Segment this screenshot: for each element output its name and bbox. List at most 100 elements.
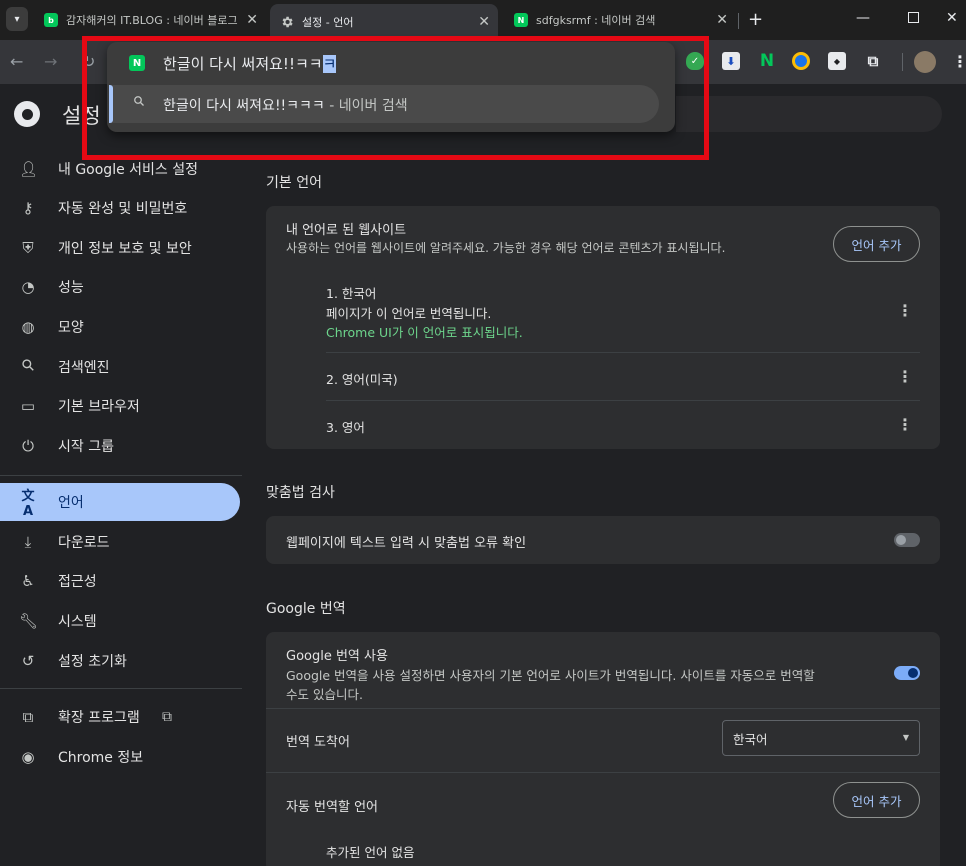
sidebar-item-downloads[interactable]: ⤓ 다운로드 <box>0 523 240 561</box>
sidebar-item-search-engine[interactable]: 검색엔진 <box>0 348 240 386</box>
chrome-icon: ◉ <box>21 748 35 766</box>
row-divider <box>326 352 920 353</box>
download-icon: ⤓ <box>24 533 32 551</box>
sidebar-item-on-startup[interactable]: ⏻ 시작 그룹 <box>0 427 240 465</box>
sidebar-item-label: 검색엔진 <box>58 360 110 376</box>
sidebar-divider <box>0 475 242 476</box>
sidebar-item-reset[interactable]: ↺ 설정 초기화 <box>0 642 240 680</box>
select-value: 한국어 <box>733 731 768 747</box>
speedometer-icon: ◔ <box>21 278 35 296</box>
sidebar-item-autofill[interactable]: ⚷ 자동 완성 및 비밀번호 <box>0 189 240 227</box>
translate-use-desc: Google 번역을 사용 설정하면 사용자의 기본 언어로 사이트가 번역됩니… <box>286 668 815 683</box>
more-menu-icon[interactable]: ⋮ <box>952 52 966 71</box>
sidebar-divider <box>0 688 242 689</box>
spell-check-label: 웹페이지에 텍스트 입력 시 맞춤법 오류 확인 <box>286 536 527 551</box>
sidebar-item-privacy[interactable]: ⛨ 개인 정보 보호 및 보안 <box>0 229 240 267</box>
forward-arrow-icon[interactable]: → <box>44 52 57 71</box>
section-title-spell-check: 맞춤법 검사 <box>266 485 335 501</box>
preferred-languages-card: 내 언어로 된 웹사이트 사용하는 언어를 웹사이트에 알려주세요. 가능한 경… <box>266 206 940 449</box>
sidebar-item-label: 다운로드 <box>58 535 110 551</box>
highlight-annotation-box <box>82 36 709 160</box>
sidebar-item-about-chrome[interactable]: ◉ Chrome 정보 <box>0 738 240 776</box>
row-divider <box>326 400 920 401</box>
translate-use-desc: 수도 있습니다. <box>286 687 363 702</box>
accessibility-icon: ♿︎ <box>21 572 35 590</box>
tab-naver-search[interactable]: N sdfgksrmf : 네이버 검색 ✕ <box>504 6 736 34</box>
close-icon[interactable]: ✕ <box>716 12 728 28</box>
close-icon[interactable]: ✕ <box>246 12 258 28</box>
sidebar-item-google-services[interactable]: 👤︎ 내 Google 서비스 설정 <box>0 150 240 188</box>
tab-settings-language[interactable]: 설정 - 언어 ✕ <box>270 4 498 40</box>
sidebar-item-label: 시스템 <box>58 614 97 630</box>
google-translate-card: Google 번역 사용 Google 번역을 사용 설정하면 사용자의 기본 … <box>266 632 940 866</box>
card-title: 내 언어로 된 웹사이트 <box>286 223 407 238</box>
key-icon: ⚷ <box>22 199 34 217</box>
person-icon: 👤︎ <box>19 160 39 178</box>
maximize-icon[interactable] <box>908 12 919 23</box>
window-close-icon[interactable]: ✕ <box>946 10 958 26</box>
avatar[interactable] <box>914 51 936 73</box>
sidebar-item-label: 언어 <box>58 495 84 511</box>
gear-icon <box>280 15 294 29</box>
translate-target-label: 번역 도착어 <box>286 735 350 750</box>
chrome-logo-icon <box>14 101 40 127</box>
section-title-preferred-languages: 기본 언어 <box>266 175 322 191</box>
more-vert-icon[interactable]: ⋮ <box>897 367 913 386</box>
puzzle-extensions-icon[interactable]: ⧉ <box>864 52 882 70</box>
naver-extension-icon[interactable]: N <box>758 51 776 71</box>
card-description: 사용하는 언어를 웹사이트에 알려주세요. 가능한 경우 해당 언어로 콘텐츠가… <box>286 241 726 255</box>
naver-favicon-icon: N <box>514 13 528 27</box>
settings-search-input[interactable] <box>676 96 942 132</box>
add-auto-language-button[interactable]: 언어 추가 <box>833 782 920 818</box>
sidebar-item-languages[interactable]: 文A 언어 <box>0 483 240 521</box>
sidebar-item-label: 설정 초기화 <box>58 654 127 670</box>
tab-separator <box>738 13 739 29</box>
more-vert-icon[interactable]: ⋮ <box>897 301 913 320</box>
more-vert-icon[interactable]: ⋮ <box>897 415 913 434</box>
search-icon <box>19 358 37 376</box>
sidebar-item-label: 시작 그룹 <box>58 439 114 455</box>
sidebar-item-label: 접근성 <box>58 574 97 590</box>
translate-target-select[interactable]: 한국어 ▼ <box>722 720 920 756</box>
add-language-button[interactable]: 언어 추가 <box>833 226 920 262</box>
sidebar-item-appearance[interactable]: ◍ 모양 <box>0 308 240 346</box>
sidebar-item-label: 기본 브라우저 <box>58 399 140 415</box>
language-name: 3. 영어 <box>326 420 365 435</box>
edge-extension-icon[interactable] <box>792 52 810 70</box>
sidebar-item-label: Chrome 정보 <box>58 750 144 766</box>
sidebar-item-accessibility[interactable]: ♿︎ 접근성 <box>0 562 240 600</box>
translate-use-label: Google 번역 사용 <box>286 649 388 664</box>
no-languages-text: 추가된 언어 없음 <box>326 845 415 860</box>
dropdown-arrow-icon: ▼ <box>902 733 909 742</box>
row-divider <box>266 772 940 773</box>
spell-check-card: 웹페이지에 텍스트 입력 시 맞춤법 오류 확인 <box>266 516 940 564</box>
sidebar-item-label: 개인 정보 보호 및 보안 <box>58 241 192 257</box>
sidebar-item-default-browser[interactable]: ▭ 기본 브라우저 <box>0 387 240 425</box>
language-note: 페이지가 이 언어로 번역됩니다. <box>326 306 492 321</box>
extension-icon: ⧉ <box>22 708 34 726</box>
tab-naver-blog[interactable]: b 감자해커의 IT.BLOG : 네이버 블로그 ✕ <box>34 6 266 34</box>
app-extension-icon[interactable]: ◆ <box>828 52 846 70</box>
auto-translate-label: 자동 번역할 언어 <box>286 800 378 815</box>
close-icon[interactable]: ✕ <box>478 14 490 30</box>
download-extension-icon[interactable]: ⬇ <box>722 52 740 70</box>
spell-check-toggle[interactable] <box>894 533 920 547</box>
sidebar-item-performance[interactable]: ◔ 성능 <box>0 268 240 306</box>
translate-toggle[interactable] <box>894 666 920 680</box>
blog-favicon-icon: b <box>44 13 58 27</box>
new-tab-icon[interactable]: + <box>748 9 763 30</box>
tab-title: 감자해커의 IT.BLOG : 네이버 블로그 <box>66 14 238 27</box>
power-icon: ⏻ <box>22 437 34 455</box>
section-title-google-translate: Google 번역 <box>266 601 346 617</box>
tab-title: sdfgksrmf : 네이버 검색 <box>536 14 656 27</box>
sidebar-item-label: 확장 프로그램 <box>58 710 140 726</box>
shield-icon: ⛨ <box>22 239 34 257</box>
open-in-new-icon: ⧉ <box>162 709 172 725</box>
wrench-icon: 🔧︎ <box>19 612 39 630</box>
minimize-icon[interactable]: — <box>856 10 870 26</box>
chevron-down-icon: ▾ <box>14 13 20 25</box>
sidebar-item-system[interactable]: 🔧︎ 시스템 <box>0 602 240 640</box>
tab-search-button[interactable]: ▾ <box>6 7 28 31</box>
sidebar-item-extensions[interactable]: ⧉ 확장 프로그램 ⧉ <box>0 698 240 736</box>
back-arrow-icon[interactable]: ← <box>10 52 23 71</box>
